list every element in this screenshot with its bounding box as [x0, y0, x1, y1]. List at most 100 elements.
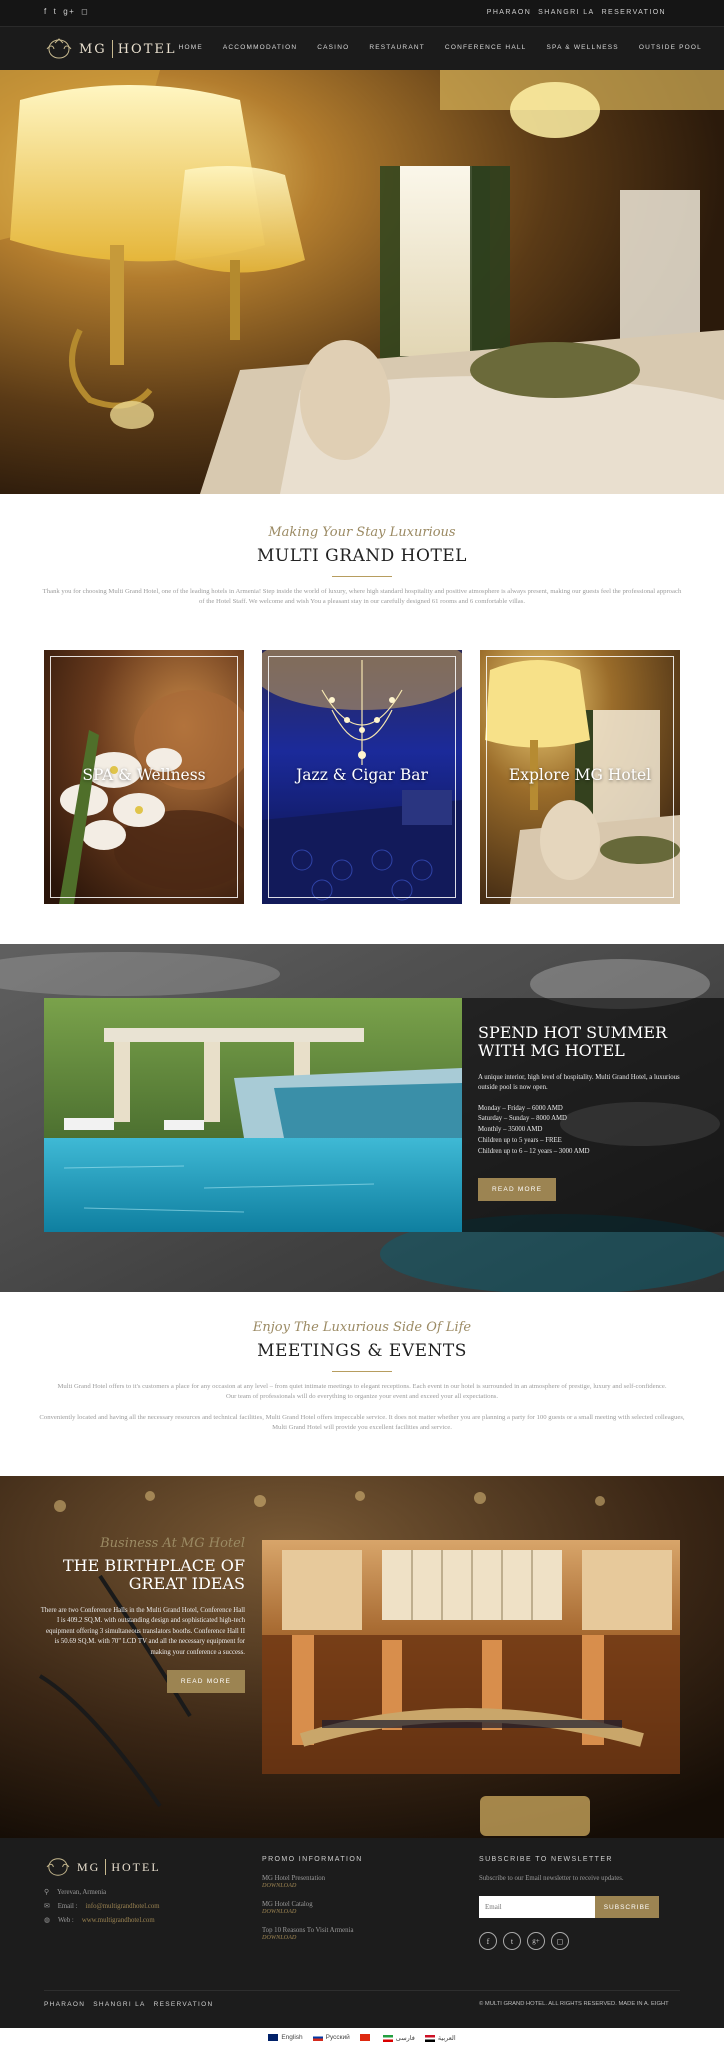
footer-web-row: ◍ Web : www.multigrandhotel.com	[44, 1916, 160, 1925]
main-menu: HOME ACCOMMODATION CASINO RESTAURANT CON…	[179, 44, 702, 51]
footer-address-row: ⚲ Yerevan, Armenia	[44, 1889, 160, 1897]
menu-home[interactable]: HOME	[179, 44, 203, 51]
footer-web-link[interactable]: www.multigrandhotel.com	[82, 1917, 155, 1925]
logo-right-text: HOTEL	[117, 41, 177, 57]
menu-casino[interactable]: CASINO	[317, 44, 349, 51]
language-english[interactable]: English	[268, 2034, 303, 2042]
promo-item: Top 10 Reasons To Visit Armenia DOWNLOAD	[262, 1927, 462, 1941]
main-navbar: MG HOTEL HOME ACCOMMODATION CASINO RESTA…	[0, 26, 724, 70]
uk-flag-icon	[268, 2034, 279, 2042]
intro-divider	[332, 576, 392, 577]
language-label: English	[281, 2034, 303, 2042]
footer-link-reservation[interactable]: RESERVATION	[154, 2001, 214, 2008]
footer-logo[interactable]: MG HOTEL	[44, 1856, 161, 1878]
business-title-line1: THE BIRTHPLACE OF	[62, 1556, 245, 1575]
copyright: © MULTI GRAND HOTEL. ALL RIGHTS RESERVED…	[479, 2001, 669, 2007]
menu-conference-hall[interactable]: CONFERENCE HALL	[445, 44, 527, 51]
hero-illustration	[0, 70, 724, 494]
card-spa-wellness[interactable]: SPA & Wellness	[44, 650, 244, 904]
top-link-reservation[interactable]: RESERVATION	[602, 9, 666, 16]
card-title: SPA & Wellness	[82, 766, 206, 784]
download-link[interactable]: DOWNLOAD	[262, 1908, 296, 1915]
footer-divider	[44, 1990, 680, 1991]
newsletter-title: SUBSCRIBE TO NEWSLETTER	[479, 1856, 613, 1863]
conference-photo	[262, 1540, 680, 1774]
logo-left-text: MG	[79, 41, 107, 57]
summer-pool-section: SPEND HOT SUMMER WITH MG HOTEL A unique …	[0, 944, 724, 1292]
price-item: Monday – Friday – 6000 AMD	[478, 1104, 563, 1112]
business-section: Business At MG Hotel THE BIRTHPLACE OF G…	[0, 1476, 724, 1838]
card-jazz-cigar-bar[interactable]: Jazz & Cigar Bar	[262, 650, 462, 904]
business-content: Business At MG Hotel THE BIRTHPLACE OF G…	[40, 1536, 245, 1694]
facebook-icon[interactable]: f	[479, 1932, 497, 1950]
subscribe-button[interactable]: SUBSCRIBE	[595, 1896, 659, 1918]
footer-promo: PROMO INFORMATION MG Hotel Presentation …	[262, 1856, 462, 1941]
business-text: There are two Conference Halls in the Mu…	[40, 1606, 245, 1656]
summer-read-more-button[interactable]: READ MORE	[478, 1177, 557, 1201]
summer-price-list: Monday – Friday – 6000 AMD Saturday – Su…	[478, 1104, 698, 1158]
crest-icon	[46, 38, 72, 59]
hero-image	[0, 70, 724, 494]
intro-text: Thank you for choosing Multi Grand Hotel…	[42, 588, 682, 606]
top-links: PHARAON SHANGRI LA RESERVATION	[487, 9, 666, 16]
google-plus-icon[interactable]: g+	[527, 1932, 545, 1950]
footer-contacts: ⚲ Yerevan, Armenia ✉ Email : info@multig…	[44, 1889, 160, 1925]
newsletter-email-input[interactable]	[479, 1896, 595, 1918]
map-pin-icon: ⚲	[44, 1889, 49, 1896]
events-text-2: Conveniently located and having all the …	[39, 1413, 685, 1432]
business-read-more-button[interactable]: READ MORE	[166, 1670, 245, 1694]
price-item: Monthly – 35000 AMD	[478, 1126, 543, 1134]
footer-logo-left: MG	[77, 1859, 101, 1874]
price-item: Children up to 6 – 12 years – 3000 AMD	[478, 1148, 590, 1156]
price-item: Saturday – Sunday – 8000 AMD	[478, 1115, 567, 1123]
footer-social-icons: f t g+ ◻	[479, 1932, 679, 1950]
twitter-icon[interactable]: t	[54, 7, 58, 16]
language-arabic[interactable]: العربية	[424, 2034, 456, 2042]
language-label: العربية	[437, 2035, 456, 2042]
language-chinese[interactable]	[359, 2034, 373, 2042]
twitter-icon[interactable]: t	[503, 1932, 521, 1950]
card-explore-mg-hotel[interactable]: Explore MG Hotel	[480, 650, 680, 904]
download-link[interactable]: DOWNLOAD	[262, 1882, 296, 1889]
summer-title-line2: WITH MG HOTEL	[478, 1040, 625, 1060]
promo-name: MG Hotel Catalog	[262, 1901, 313, 1908]
facebook-icon[interactable]: f	[44, 7, 48, 16]
ar-flag-icon	[424, 2034, 435, 2042]
ru-flag-icon	[312, 2034, 323, 2042]
logo[interactable]: MG HOTEL	[44, 37, 177, 61]
download-link[interactable]: DOWNLOAD	[262, 1934, 296, 1941]
instagram-icon[interactable]: ◻	[551, 1932, 569, 1950]
footer-bottom-links: PHARAON SHANGRI LA RESERVATION	[44, 2001, 213, 2008]
footer-link-shangri-la[interactable]: SHANGRI LA	[93, 2001, 145, 2008]
footer-email-link[interactable]: info@multigrandhotel.com	[86, 1903, 160, 1911]
intro-section: Making Your Stay Luxurious MULTI GRAND H…	[0, 494, 724, 944]
envelope-icon: ✉	[44, 1902, 50, 1910]
card-title: Jazz & Cigar Bar	[296, 766, 428, 784]
google-plus-icon[interactable]: g+	[63, 7, 75, 16]
menu-restaurant[interactable]: RESTAURANT	[369, 44, 425, 51]
globe-icon: ◍	[44, 1916, 50, 1924]
footer-link-pharaon[interactable]: PHARAON	[44, 2001, 85, 2008]
footer-logo-right: HOTEL	[111, 1859, 161, 1874]
menu-spa-wellness[interactable]: SPA & WELLNESS	[547, 44, 619, 51]
top-link-shangri-la[interactable]: SHANGRI LA	[538, 9, 594, 16]
business-title-line2: GREAT IDEAS	[128, 1574, 245, 1594]
language-russian[interactable]: Русский	[312, 2034, 350, 2042]
events-kicker: Enjoy The Luxurious Side Of Life	[252, 1320, 472, 1335]
promo-item: MG Hotel Presentation DOWNLOAD	[262, 1875, 462, 1889]
menu-accommodation[interactable]: ACCOMMODATION	[223, 44, 297, 51]
pool-image	[44, 998, 462, 1232]
newsletter-text: Subscribe to our Email newsletter to rec…	[479, 1875, 624, 1882]
summer-title-line1: SPEND HOT SUMMER	[478, 1023, 668, 1042]
events-divider	[332, 1371, 392, 1372]
language-persian[interactable]: فارسی	[382, 2034, 415, 2042]
price-item: Children up to 5 years – FREE	[478, 1137, 562, 1145]
footer-email-label: Email :	[57, 1902, 78, 1910]
top-link-pharaon[interactable]: PHARAON	[487, 9, 531, 16]
summer-text: A unique interior, high level of hospita…	[478, 1074, 680, 1092]
menu-outside-pool[interactable]: OUTSIDE POOL	[639, 44, 702, 51]
summer-content: SPEND HOT SUMMER WITH MG HOTEL A unique …	[478, 1024, 698, 1201]
instagram-icon[interactable]: ◻	[81, 7, 89, 16]
feature-cards: SPA & Wellness Jazz & Cigar Bar Explore …	[44, 650, 680, 904]
promo-name: MG Hotel Presentation	[262, 1875, 326, 1882]
